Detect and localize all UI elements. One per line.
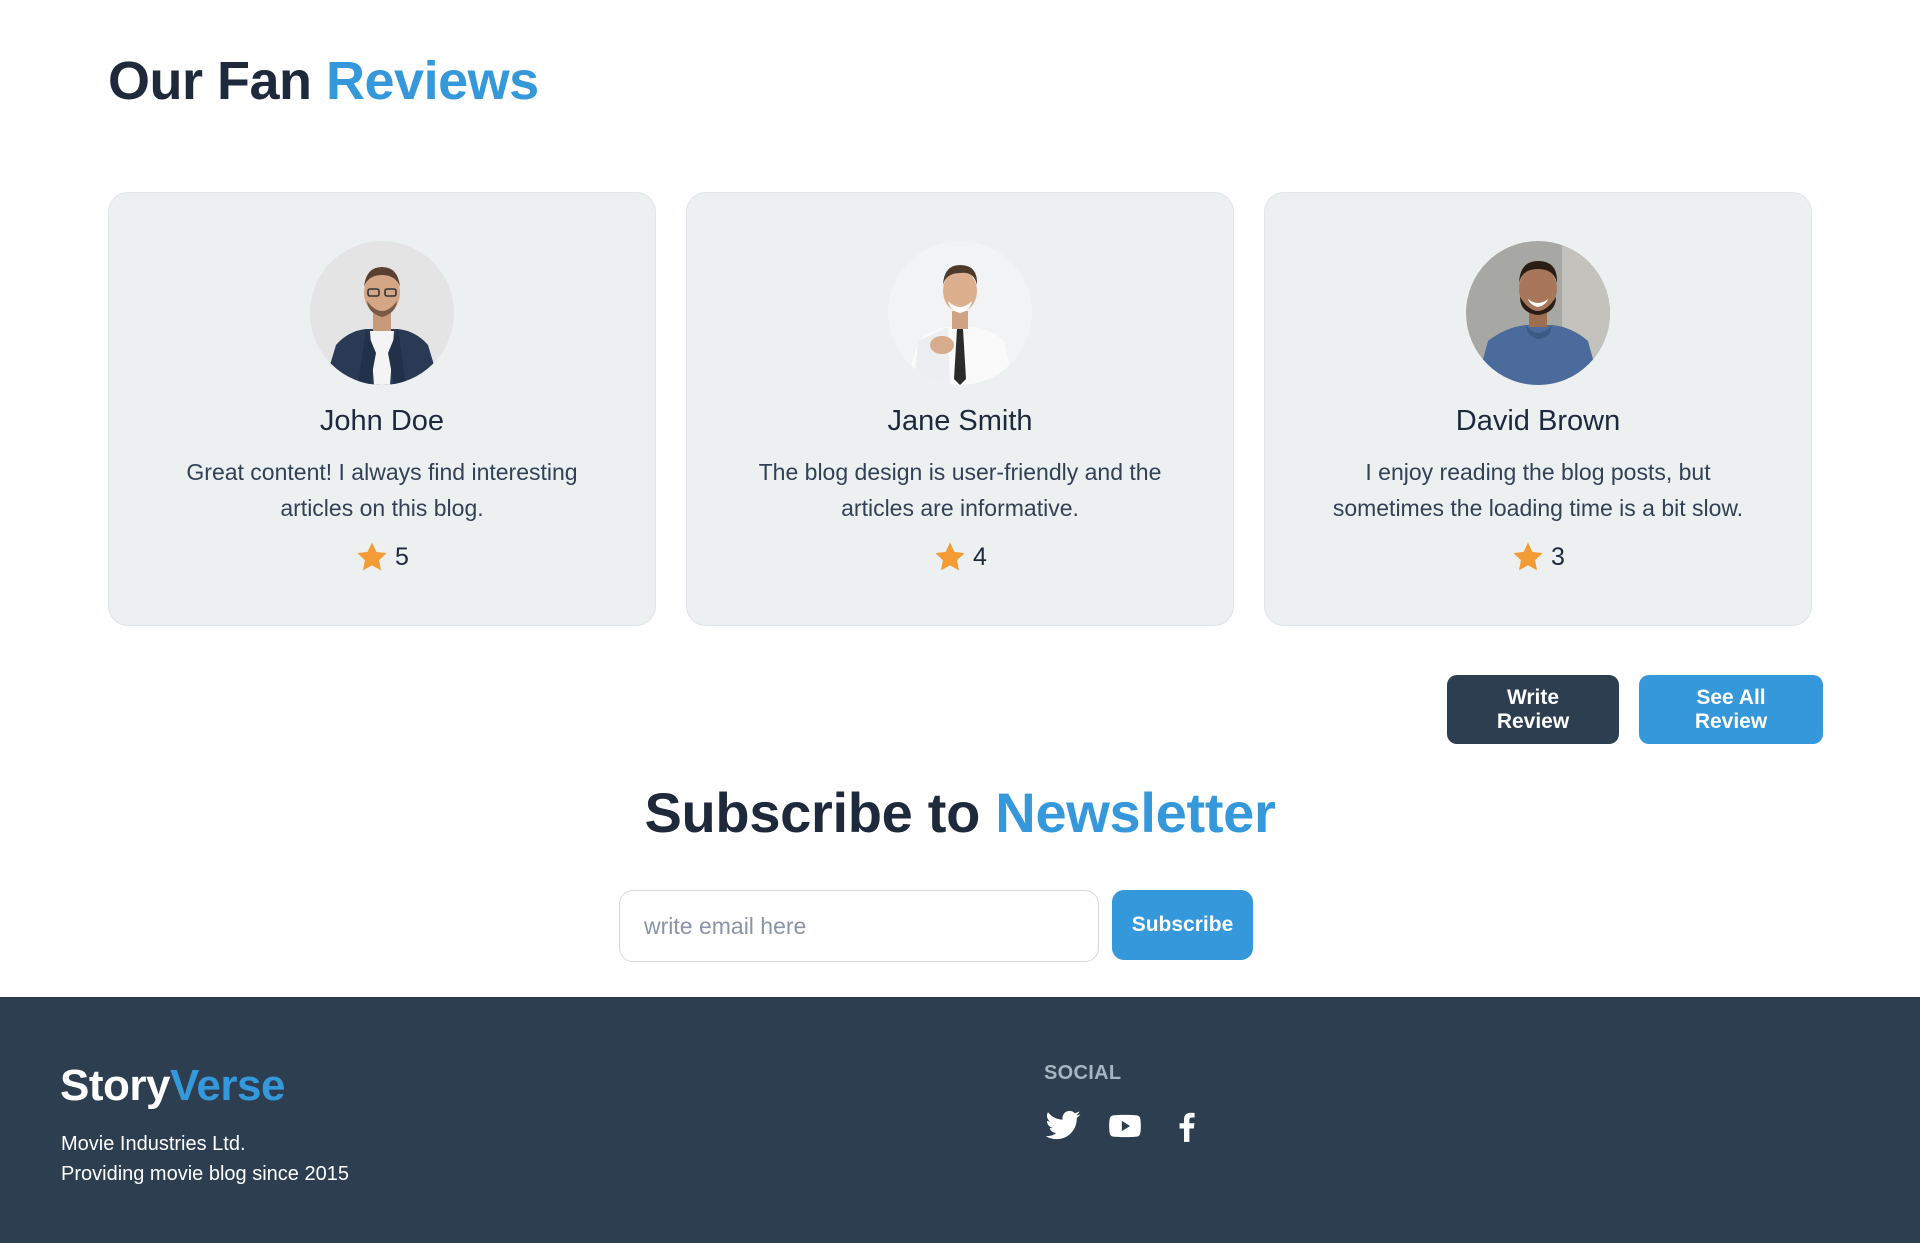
review-cards: John Doe Great content! I always find in…: [108, 192, 1812, 626]
reviewer-name: David Brown: [1455, 405, 1621, 437]
write-review-button[interactable]: Write Review: [1447, 675, 1619, 744]
social-links: [1044, 1107, 1206, 1145]
reviews-title-accent: Reviews: [326, 51, 539, 111]
subscribe-form: Subscribe: [619, 890, 1253, 962]
reviews-title: Our Fan Reviews: [108, 50, 539, 112]
reviewer-name: John Doe: [319, 405, 445, 437]
reviewer-name: Jane Smith: [887, 405, 1033, 437]
review-card: Jane Smith The blog design is user-frien…: [686, 192, 1234, 626]
subscribe-button[interactable]: Subscribe: [1112, 890, 1253, 960]
review-text: The blog design is user-friendly and the…: [758, 459, 1162, 521]
newsletter-title-accent: Newsletter: [995, 781, 1276, 844]
star-icon: [357, 542, 387, 571]
review-text: I enjoy reading the blog posts, but some…: [1332, 459, 1744, 521]
youtube-icon[interactable]: [1106, 1107, 1144, 1145]
rating: 5: [355, 540, 409, 574]
rating-value: 3: [1551, 542, 1565, 571]
brand-logo[interactable]: StoryVerse: [60, 1061, 285, 1111]
company-info: Movie Industries Ltd. Providing movie bl…: [61, 1129, 349, 1189]
reviews-title-main: Our Fan: [108, 51, 312, 111]
newsletter-title: Subscribe to Newsletter: [0, 780, 1920, 845]
social-heading: SOCIAL: [1044, 1062, 1122, 1084]
star-icon: [1513, 542, 1543, 571]
star-icon: [935, 542, 965, 571]
rating: 4: [933, 540, 987, 574]
rating: 3: [1511, 540, 1565, 574]
avatar: [310, 241, 454, 385]
company-tagline: Providing movie blog since 2015: [61, 1163, 349, 1185]
brand-accent: Verse: [169, 1061, 285, 1110]
rating-value: 4: [973, 542, 987, 571]
rating-value: 5: [395, 542, 409, 571]
review-actions: Write Review See All Review: [1447, 675, 1823, 744]
review-text: Great content! I always find interesting…: [186, 459, 578, 521]
footer: StoryVerse Movie Industries Ltd. Providi…: [0, 997, 1920, 1243]
email-input[interactable]: [619, 890, 1099, 962]
twitter-icon[interactable]: [1044, 1107, 1082, 1145]
review-card: John Doe Great content! I always find in…: [108, 192, 656, 626]
company-name: Movie Industries Ltd.: [61, 1133, 246, 1155]
brand-main: Story: [60, 1061, 170, 1110]
avatar: [888, 241, 1032, 385]
facebook-icon[interactable]: [1168, 1107, 1206, 1145]
see-all-review-button[interactable]: See All Review: [1639, 675, 1823, 744]
avatar: [1466, 241, 1610, 385]
newsletter-title-main: Subscribe to: [644, 781, 981, 844]
review-card: David Brown I enjoy reading the blog pos…: [1264, 192, 1812, 626]
